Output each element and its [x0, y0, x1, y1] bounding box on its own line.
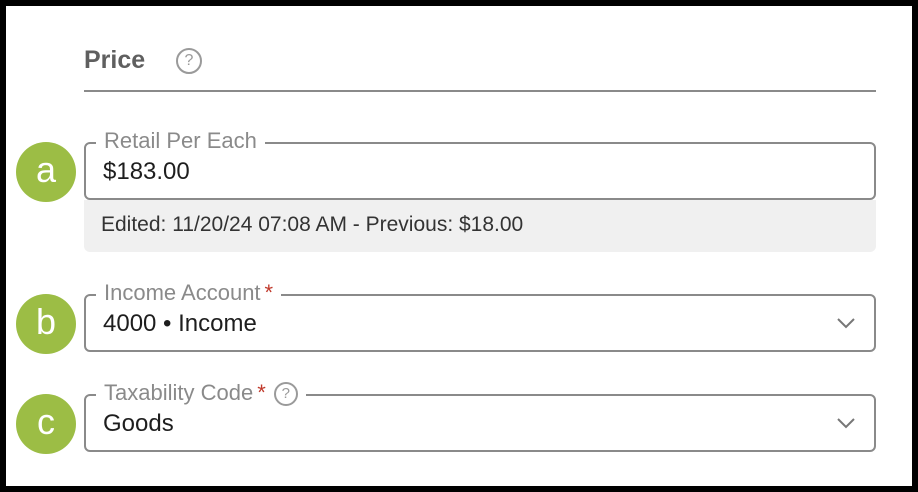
required-asterisk: *	[264, 280, 274, 305]
callout-badge-a: a	[16, 142, 76, 202]
edit-history-note: Edited: 11/20/24 07:08 AM - Previous: $1…	[84, 200, 876, 252]
callout-badge-b: b	[16, 294, 76, 354]
taxability-code-label: Taxability Code *?	[96, 379, 306, 407]
retail-per-each-field[interactable]: Retail Per Each $183.00	[84, 127, 876, 200]
section-title: Price	[84, 46, 146, 74]
price-panel: Price ? a Retail Per Each $183.00 Edited…	[6, 6, 912, 486]
taxability-code-value: Goods	[103, 410, 174, 437]
income-account-label: Income Account *	[96, 279, 282, 307]
chevron-down-icon[interactable]	[836, 416, 856, 430]
price-help-icon[interactable]: ?	[176, 48, 202, 74]
retail-per-each-label-text: Retail Per Each	[104, 128, 257, 153]
taxability-code-label-text: Taxability Code	[104, 380, 254, 405]
callout-badge-c: c	[16, 394, 76, 454]
chevron-down-icon[interactable]	[836, 316, 856, 330]
taxability-code-select[interactable]: Taxability Code *? Goods	[84, 379, 876, 452]
retail-per-each-input[interactable]: $183.00	[103, 158, 190, 186]
taxability-help-icon[interactable]: ?	[273, 382, 298, 406]
income-account-value: 4000 • Income	[103, 310, 257, 337]
section-header: Price ?	[84, 40, 876, 92]
edit-history-text: Edited: 11/20/24 07:08 AM - Previous: $1…	[101, 213, 524, 236]
income-account-select[interactable]: Income Account * 4000 • Income	[84, 279, 876, 352]
retail-per-each-label: Retail Per Each	[96, 127, 265, 155]
income-account-label-text: Income Account	[104, 280, 261, 305]
required-asterisk: *	[257, 380, 266, 405]
